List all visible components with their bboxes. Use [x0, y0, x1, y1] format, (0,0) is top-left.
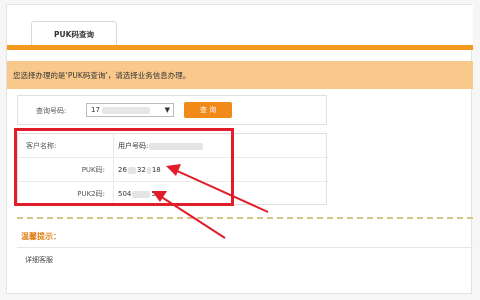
annotation-arrows — [152, 164, 269, 239]
arrow-icon — [152, 191, 226, 239]
arrow-icon — [166, 164, 269, 213]
